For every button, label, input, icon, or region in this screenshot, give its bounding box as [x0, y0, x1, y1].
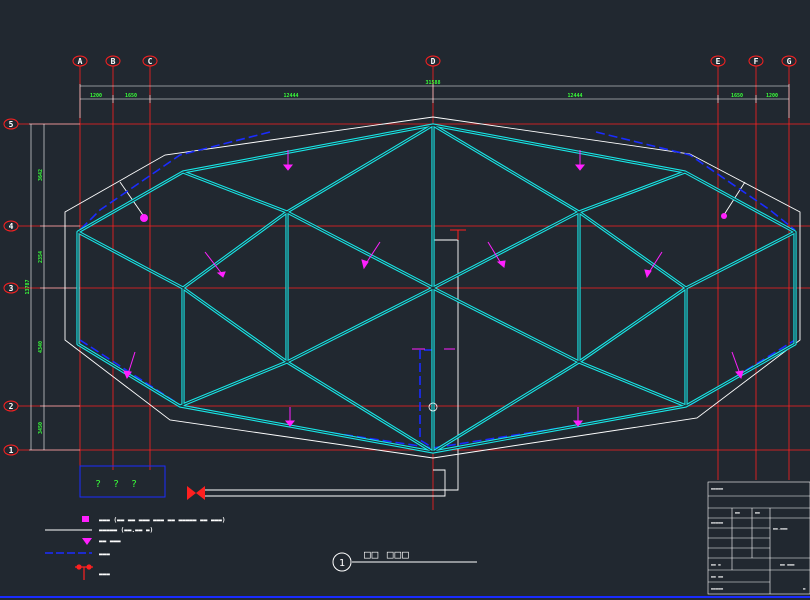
tb-cell: ▬▬ [735, 510, 740, 515]
magenta-square-icon [82, 516, 89, 522]
tb-cell: ▬▬▬▬▬ [711, 520, 724, 525]
legend-text: ▬▬▬ (▬▬ ▬▬ ▬▬▬ ▬▬▬ ▬▬ ▬▬▬▬▬ ▬▬ ▬▬▬) [99, 517, 225, 524]
axis-label: 2 [9, 402, 14, 411]
dimension-3-2: 4340 [38, 341, 44, 353]
axis-label: 1 [9, 446, 14, 455]
axis-label: D [431, 57, 436, 66]
tb-cell: ▬▬.▬▬▬ [773, 526, 788, 531]
dimension-d-e: 12444 [567, 93, 582, 99]
tb-cell: ▬▬ ▬ [711, 562, 721, 567]
roof-drain [721, 213, 727, 219]
dimension-2-1: 3450 [38, 422, 44, 434]
roof-drain [140, 214, 148, 222]
section-number: 1 [339, 558, 345, 569]
legend-text: ▬▬▬ [99, 551, 110, 558]
legend-text: ▬▬▬ [99, 571, 110, 578]
axis-label: F [754, 57, 759, 66]
drawing-canvas [0, 0, 810, 600]
axis-label: E [716, 57, 721, 66]
dimension-f-g: 1200 [766, 93, 778, 99]
dimension-4-3: 2354 [38, 251, 44, 263]
tb-cell: ▬▬ [755, 510, 760, 515]
tb-cell: ▬▬▬▬▬ [711, 586, 724, 591]
left-total-dimension: 13787 [25, 279, 31, 294]
dimension-e-f: 1650 [731, 93, 743, 99]
legend-item: ▬▬▬ (▬▬ ▬▬ ▬▬▬ ▬▬▬ ▬▬ ▬▬▬▬▬ ▬▬ ▬▬▬) [82, 516, 225, 524]
detail-mark: ? [95, 479, 101, 490]
detail-mark: ? [113, 479, 119, 490]
axis-label: A [78, 57, 83, 66]
tb-cell: ▬▬▬▬▬ [711, 486, 724, 491]
detail-mark: ? [131, 479, 137, 490]
legend-text: ▬▬▬▬▬ (▬▬.▬▬ ▬) [99, 527, 153, 534]
dimension-b-c: 1650 [125, 93, 137, 99]
dimension-5-4: 3642 [38, 169, 44, 181]
dimension-c-d: 12444 [283, 93, 298, 99]
top-total-dimension: 31588 [425, 80, 440, 86]
legend-text: ▬▬ ▬▬▬ [99, 538, 121, 545]
axis-label: G [787, 57, 792, 66]
tb-cell: ▬▬ ▬▬ [711, 574, 724, 579]
axis-label: B [111, 57, 116, 66]
dimension-a-b: 1200 [90, 93, 102, 99]
axis-label: 5 [9, 120, 14, 129]
roof-plan-drawing: A B C D E F G 5 4 3 2 1 31588 1200 1650 … [0, 0, 810, 600]
tb-cell: ▬▬ ▬▬▬ [780, 562, 795, 567]
axis-label: 3 [9, 284, 14, 293]
axis-label: C [148, 57, 153, 66]
section-title-text: □□ □□□ [364, 548, 410, 561]
axis-label: 4 [9, 222, 14, 231]
